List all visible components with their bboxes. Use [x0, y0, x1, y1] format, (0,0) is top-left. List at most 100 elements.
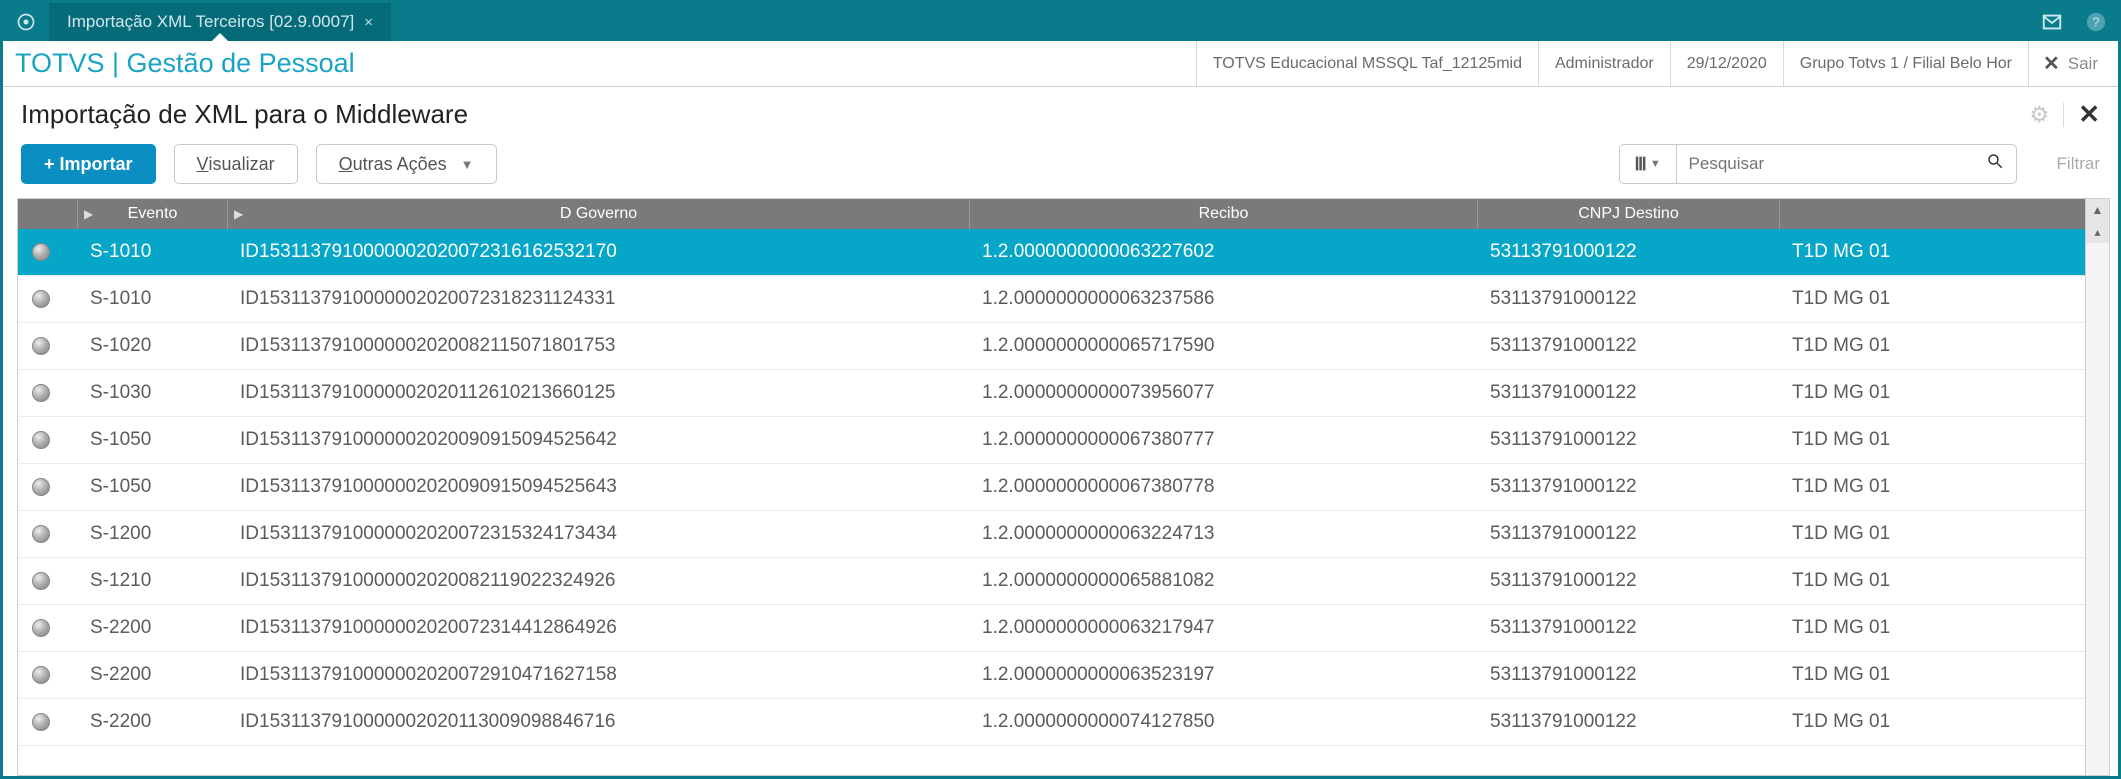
search-icon[interactable]: [1986, 152, 2004, 176]
table-header: ▶ Evento ▶D Governo Recibo CNPJ Destino: [18, 199, 2085, 229]
context-db[interactable]: TOTVS Educacional MSSQL Taf_12125mid: [1196, 41, 1538, 86]
module-bar: TOTVS | Gestão de Pessoal TOTVS Educacio…: [3, 41, 2118, 87]
cell-status: [18, 572, 78, 590]
cell-evento: S-1210: [78, 570, 228, 592]
cell-cnpj: 53113791000122: [1478, 523, 1780, 545]
cell-cnpj: 53113791000122: [1478, 476, 1780, 498]
cell-recibo: 1.2.0000000000067380777: [970, 429, 1478, 451]
columns-button[interactable]: Ⅲ ▼: [1619, 144, 1677, 184]
cell-cnpj: 53113791000122: [1478, 429, 1780, 451]
gear-icon[interactable]: ⚙: [2029, 102, 2049, 128]
table-area: ▶ Evento ▶D Governo Recibo CNPJ Destino S…: [3, 198, 2118, 776]
context-user[interactable]: Administrador: [1538, 41, 1670, 86]
page-header: Importação de XML para o Middleware ⚙ ✕: [3, 87, 2118, 134]
mail-icon[interactable]: [2030, 3, 2074, 41]
cell-extra: T1D MG 01: [1780, 241, 2085, 263]
cell-recibo: 1.2.0000000000073956077: [970, 382, 1478, 404]
cell-status: [18, 431, 78, 449]
search-box[interactable]: [1677, 144, 2017, 184]
cell-governo: ID1531137910000002020113009098846716: [228, 711, 970, 733]
import-button[interactable]: + Importar: [21, 144, 156, 184]
table-row[interactable]: S-1020ID15311379100000020200821150718017…: [18, 323, 2085, 370]
cell-governo: ID1531137910000002020072318231124331: [228, 288, 970, 310]
cell-evento: S-1010: [78, 288, 228, 310]
cell-recibo: 1.2.0000000000063224713: [970, 523, 1478, 545]
scroll-up-icon[interactable]: ▲: [2086, 199, 2109, 221]
cell-extra: T1D MG 01: [1780, 664, 2085, 686]
col-cnpj[interactable]: CNPJ Destino: [1478, 199, 1780, 229]
cell-evento: S-1050: [78, 476, 228, 498]
search-input[interactable]: [1689, 154, 1986, 174]
table-row[interactable]: S-2200ID15311379100000020201130090988467…: [18, 699, 2085, 746]
col-governo-label: D Governo: [560, 205, 637, 223]
table-row[interactable]: S-1050ID15311379100000020200909150945256…: [18, 464, 2085, 511]
cell-cnpj: 53113791000122: [1478, 711, 1780, 733]
vertical-scrollbar[interactable]: ▲ ▴: [2086, 198, 2110, 776]
cell-evento: S-1030: [78, 382, 228, 404]
table-row[interactable]: S-1050ID15311379100000020200909150945256…: [18, 417, 2085, 464]
status-dot-icon: [32, 525, 50, 543]
cell-status: [18, 525, 78, 543]
data-table: ▶ Evento ▶D Governo Recibo CNPJ Destino S…: [17, 198, 2086, 776]
status-dot-icon: [32, 713, 50, 731]
header-separator: [2063, 103, 2064, 127]
cell-recibo: 1.2.0000000000063217947: [970, 617, 1478, 639]
cell-recibo: 1.2.0000000000074127850: [970, 711, 1478, 733]
status-dot-icon: [32, 666, 50, 684]
table-row[interactable]: S-1010ID15311379100000020200723182311243…: [18, 276, 2085, 323]
cell-extra: T1D MG 01: [1780, 711, 2085, 733]
cell-governo: ID1531137910000002020090915094525642: [228, 429, 970, 451]
visualizar-hotkey: V: [197, 154, 209, 175]
context-date[interactable]: 29/12/2020: [1670, 41, 1783, 86]
help-icon[interactable]: ?: [2074, 3, 2118, 41]
table-row[interactable]: S-2200ID15311379100000020200723144128649…: [18, 605, 2085, 652]
close-page-icon[interactable]: ✕: [2078, 99, 2100, 130]
outras-hotkey: O: [339, 154, 353, 175]
cell-extra: T1D MG 01: [1780, 476, 2085, 498]
app-menu-icon[interactable]: [3, 3, 49, 41]
visualizar-rest: isualizar: [209, 154, 275, 175]
status-dot-icon: [32, 290, 50, 308]
col-evento-label: Evento: [128, 205, 178, 223]
table-row[interactable]: S-1210ID15311379100000020200821190223249…: [18, 558, 2085, 605]
col-status[interactable]: [18, 199, 78, 229]
table-row[interactable]: S-2200ID15311379100000020200729104716271…: [18, 652, 2085, 699]
table-row[interactable]: S-1200ID15311379100000020200723153241734…: [18, 511, 2085, 558]
columns-icon: Ⅲ: [1634, 154, 1645, 175]
sort-icon: ▶: [84, 207, 93, 221]
cell-status: [18, 619, 78, 637]
window-tab[interactable]: Importação XML Terceiros [02.9.0007] ×: [49, 3, 391, 41]
cell-governo: ID1531137910000002020072910471627158: [228, 664, 970, 686]
filtrar-button[interactable]: Filtrar: [2057, 154, 2100, 174]
cell-cnpj: 53113791000122: [1478, 288, 1780, 310]
status-dot-icon: [32, 478, 50, 496]
scroll-track[interactable]: [2086, 243, 2109, 775]
outras-rest: utras Ações: [353, 154, 447, 175]
status-dot-icon: [32, 431, 50, 449]
cell-extra: T1D MG 01: [1780, 335, 2085, 357]
close-tab-icon[interactable]: ×: [364, 14, 373, 31]
table-row[interactable]: S-1030ID15311379100000020201126102136601…: [18, 370, 2085, 417]
outras-acoes-button[interactable]: Outras Ações ▼: [316, 144, 497, 184]
table-row[interactable]: S-1010ID15311379100000020200723161625321…: [18, 229, 2085, 276]
table-body: S-1010ID15311379100000020200723161625321…: [18, 229, 2085, 775]
cell-recibo: 1.2.0000000000063523197: [970, 664, 1478, 686]
col-recibo[interactable]: Recibo: [970, 199, 1478, 229]
col-extra[interactable]: [1780, 199, 2085, 229]
cell-status: [18, 478, 78, 496]
scroll-up-step-icon[interactable]: ▴: [2086, 221, 2109, 243]
context-branch[interactable]: Grupo Totvs 1 / Filial Belo Hor: [1783, 41, 2028, 86]
exit-button[interactable]: ✕ Sair: [2028, 41, 2106, 86]
col-governo[interactable]: ▶D Governo: [228, 199, 970, 229]
cell-governo: ID1531137910000002020090915094525643: [228, 476, 970, 498]
cell-recibo: 1.2.0000000000065881082: [970, 570, 1478, 592]
cell-evento: S-1010: [78, 241, 228, 263]
col-evento[interactable]: ▶ Evento: [78, 199, 228, 229]
visualizar-button[interactable]: Visualizar: [174, 144, 298, 184]
page-title: Importação de XML para o Middleware: [21, 99, 468, 130]
titlebar-spacer: [391, 3, 2030, 41]
cell-governo: ID1531137910000002020082119022324926: [228, 570, 970, 592]
cell-status: [18, 713, 78, 731]
toolbar: + Importar Visualizar Outras Ações ▼ Ⅲ ▼…: [3, 134, 2118, 198]
cell-status: [18, 243, 78, 261]
